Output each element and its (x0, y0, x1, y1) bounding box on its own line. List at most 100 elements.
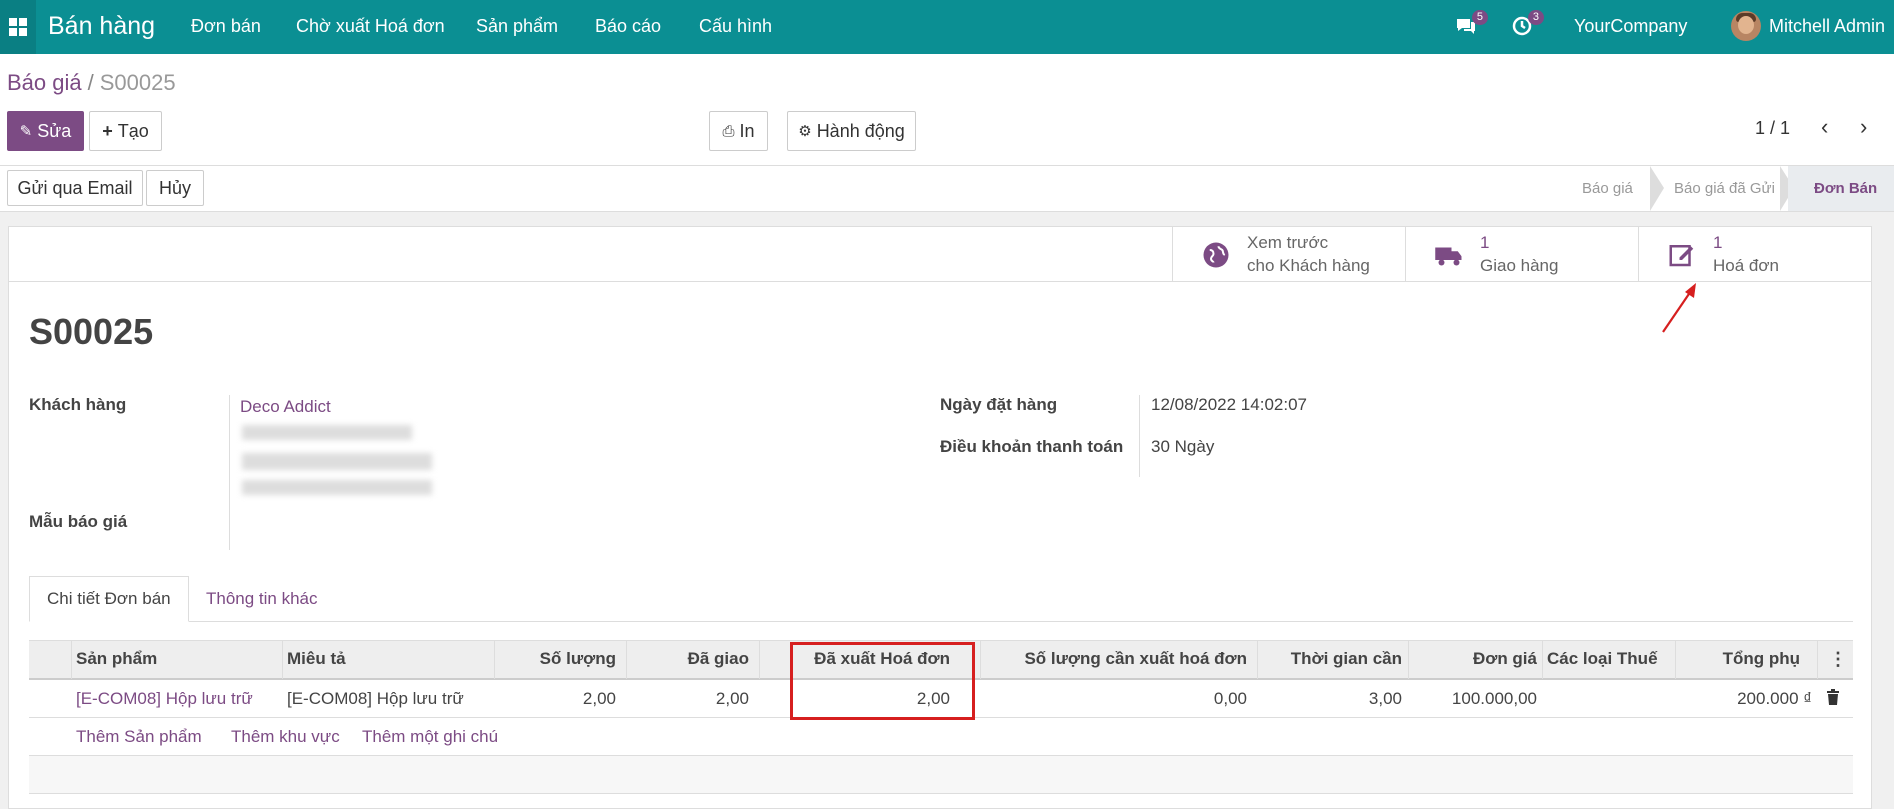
preview-line2: cho Khách hàng (1247, 256, 1370, 275)
line-description[interactable]: [E-COM08] Hộp lưu trữ (287, 689, 464, 709)
menu-item-to-invoice[interactable]: Chờ xuất Hoá đơn (296, 16, 445, 37)
highlight-box (790, 642, 975, 720)
column-divider (1817, 641, 1818, 679)
customer-label: Khách hàng (29, 395, 127, 414)
empty-row (29, 756, 1853, 794)
column-divider (1675, 641, 1676, 679)
line-lead-time[interactable]: 3,00 (1262, 689, 1402, 709)
customer-address-line (242, 480, 432, 495)
activities-badge: 3 (1527, 10, 1544, 25)
column-header[interactable]: Sản phẩm (76, 649, 157, 669)
trash-icon[interactable] (1826, 689, 1840, 710)
breadcrumb: Báo giá / S00025 (7, 70, 176, 96)
breadcrumb-parent[interactable]: Báo giá (7, 70, 82, 95)
grid-icon (9, 18, 27, 36)
add-note-link[interactable]: Thêm một ghi chú (362, 727, 498, 747)
print-button[interactable]: ⎙ In (709, 111, 768, 151)
chevron-right-icon[interactable]: › (1860, 114, 1867, 140)
delivery-count: 1 (1480, 233, 1490, 252)
column-divider (626, 641, 627, 679)
payment-terms-label: Điều khoản thanh toán (940, 437, 1124, 456)
action-label: Hành động (816, 120, 905, 141)
messages-button[interactable]: 5 (1454, 10, 1488, 40)
notebook-tabs: Chi tiết Đơn bán Thông tin khác (29, 576, 1853, 622)
app-name[interactable]: Bán hàng (48, 12, 155, 41)
invoice-label: Hoá đơn (1713, 256, 1779, 275)
add-section-link[interactable]: Thêm khu vực (231, 727, 340, 747)
stage-quotation-sent[interactable]: Báo giá đã Gửi (1674, 166, 1775, 211)
menu-item-orders[interactable]: Đơn bán (191, 16, 261, 37)
form-sheet: Xem trước cho Khách hàng 1 Giao hàng 1 H… (8, 226, 1872, 809)
column-header[interactable]: Số lượng (499, 649, 616, 669)
more-options-icon[interactable]: ⋮ (1829, 649, 1847, 670)
apps-menu-button[interactable] (0, 0, 36, 54)
quotation-template-label: Mẫu báo giá (29, 512, 128, 531)
tab-other-info[interactable]: Thông tin khác (189, 576, 335, 622)
statusbar: Gửi qua Email Hủy Báo giá Báo giá đã Gửi… (0, 166, 1894, 212)
add-product-link[interactable]: Thêm Sản phẩm (76, 727, 202, 747)
edit-document-icon (1669, 245, 1694, 267)
menu-item-configuration[interactable]: Cấu hình (699, 16, 772, 37)
printer-icon: ⎙ (722, 122, 735, 140)
send-email-button[interactable]: Gửi qua Email (7, 170, 143, 206)
column-header[interactable]: Đơn giá (1413, 649, 1537, 669)
column-header[interactable]: Số lượng cần xuất hoá đơn (985, 649, 1247, 669)
customer-link[interactable]: Deco Addict (240, 397, 331, 417)
edit-label: Sửa (37, 120, 72, 141)
plus-icon: + (102, 120, 113, 141)
stage-quotation[interactable]: Báo giá (1582, 166, 1633, 211)
column-header[interactable]: Thời gian cần (1262, 649, 1402, 669)
user-menu[interactable]: Mitchell Admin (1769, 16, 1885, 37)
delivery-label: Giao hàng (1480, 256, 1559, 275)
tab-order-lines[interactable]: Chi tiết Đơn bán (29, 576, 189, 622)
preview-line1: Xem trước (1247, 233, 1329, 252)
company-switcher[interactable]: YourCompany (1574, 16, 1687, 37)
avatar[interactable] (1731, 11, 1761, 41)
pager-value[interactable]: 1 / 1 (1755, 118, 1790, 139)
line-unit-price[interactable]: 100.000,00 (1413, 689, 1537, 709)
menu-item-reporting[interactable]: Báo cáo (595, 16, 661, 37)
payment-terms-value[interactable]: 30 Ngày (1151, 437, 1214, 457)
column-header[interactable]: Miêu tả (287, 649, 346, 669)
edit-button[interactable]: ✎ Sửa (7, 111, 84, 151)
line-quantity[interactable]: 2,00 (499, 689, 616, 709)
line-subtotal: 200.000 ₫ (1737, 689, 1812, 708)
chevron-left-icon[interactable]: ‹ (1821, 114, 1828, 140)
column-divider (282, 641, 283, 679)
customer-address-line (242, 453, 432, 470)
action-button[interactable]: ⚙ Hành động (787, 111, 916, 151)
menu-item-products[interactable]: Sản phẩm (476, 16, 558, 37)
column-divider (1257, 641, 1258, 679)
gear-icon: ⚙ (798, 123, 812, 140)
column-divider (1542, 641, 1543, 679)
delivery-button[interactable]: 1 Giao hàng (1405, 227, 1638, 282)
control-panel: Báo giá / S00025 ✎ Sửa + Tạo ⎙ In ⚙ Hành động … (0, 54, 1894, 166)
truck-icon (1435, 247, 1462, 266)
column-divider (980, 641, 981, 679)
create-label: Tạo (117, 120, 149, 141)
invoice-button[interactable]: 1 Hoá đơn (1638, 227, 1871, 282)
activities-button[interactable]: 3 (1510, 10, 1544, 40)
line-product[interactable]: [E-COM08] Hộp lưu trữ (76, 689, 253, 709)
column-header[interactable]: Đã giao (631, 649, 749, 669)
order-date-value[interactable]: 12/08/2022 14:02:07 (1151, 395, 1307, 415)
add-line-row: Thêm Sản phẩm Thêm khu vực Thêm một ghi … (29, 718, 1853, 756)
preview-button[interactable]: Xem trước cho Khách hàng (1172, 227, 1405, 282)
pencil-icon: ✎ (19, 123, 33, 140)
cancel-button[interactable]: Hủy (146, 170, 204, 206)
breadcrumb-separator: / (87, 70, 94, 95)
line-to-invoice[interactable]: 0,00 (985, 689, 1247, 709)
column-divider (1408, 641, 1409, 679)
print-label: In (739, 120, 755, 141)
globe-icon (1203, 242, 1229, 268)
column-divider (71, 641, 72, 679)
column-header[interactable]: Tổng phụ (1680, 649, 1800, 669)
column-divider (494, 641, 495, 679)
line-delivered[interactable]: 2,00 (631, 689, 749, 709)
stage-divider (1650, 166, 1664, 211)
field-divider (229, 395, 230, 550)
arrow-annotation-icon (1662, 283, 1696, 333)
stage-sales-order: Đơn Bán (1788, 166, 1894, 211)
column-header[interactable]: Các loại Thuế (1547, 649, 1658, 669)
create-button[interactable]: + Tạo (89, 111, 162, 151)
